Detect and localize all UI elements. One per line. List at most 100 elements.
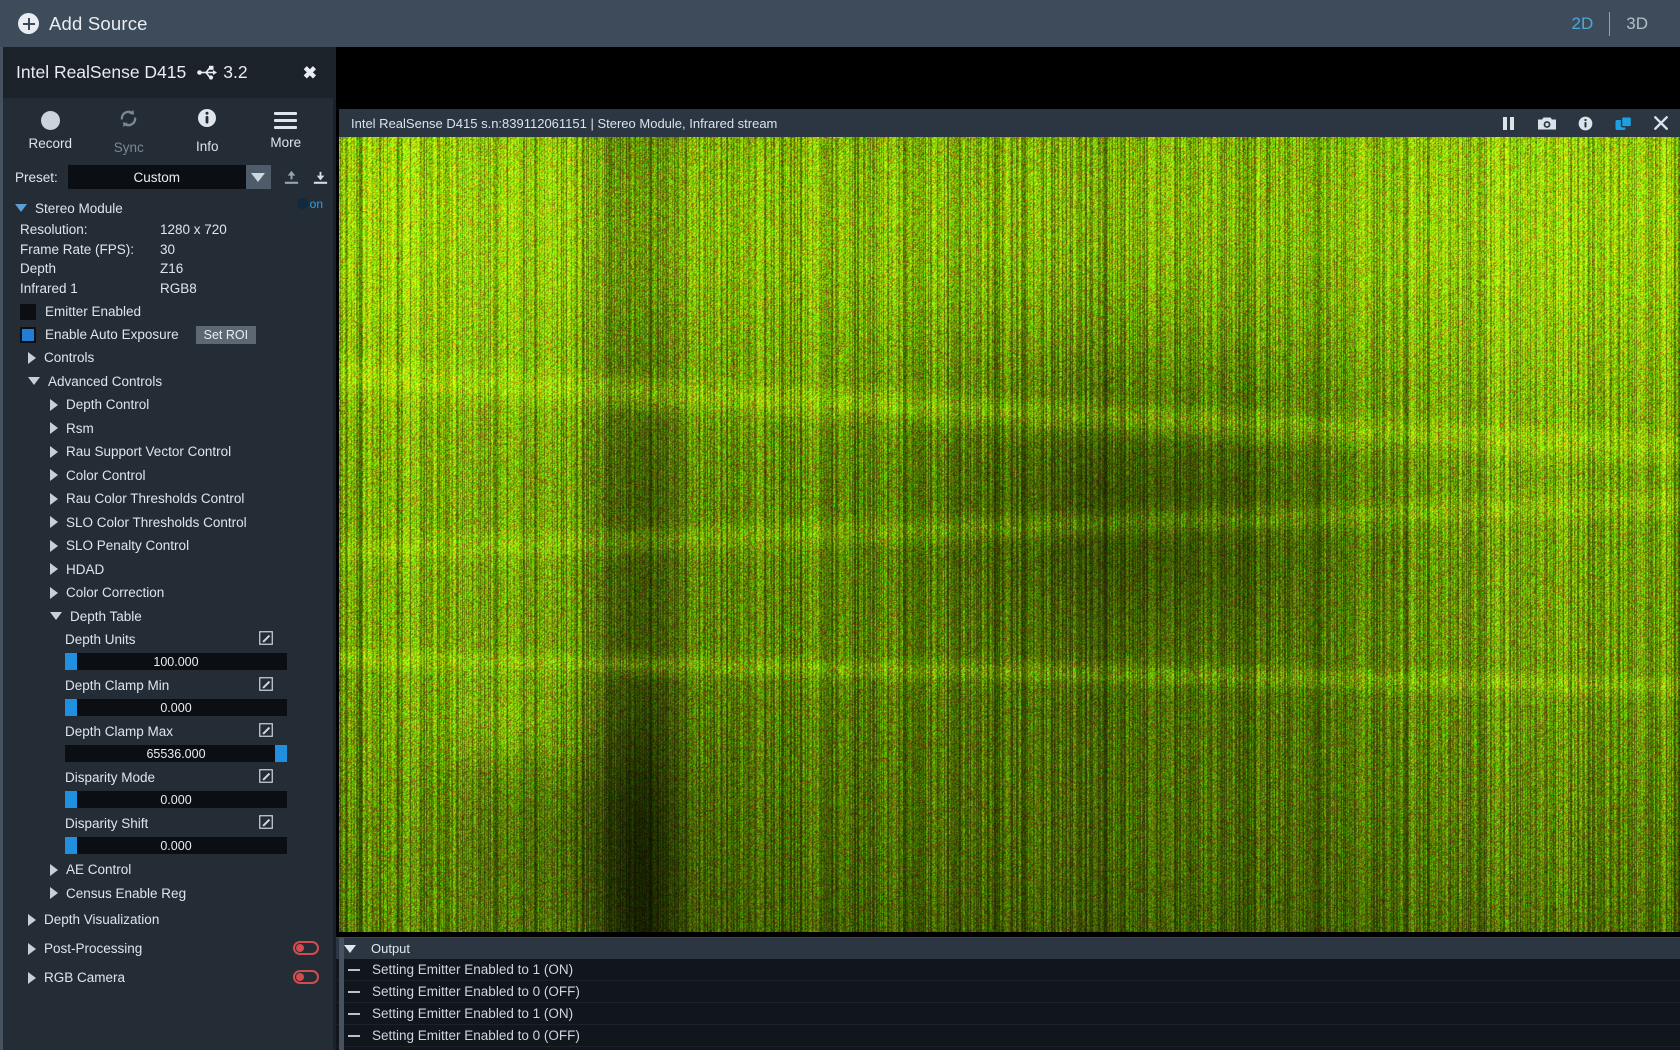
triangle-right-icon — [50, 539, 58, 552]
tree-node-depth-control[interactable]: Depth Control — [3, 393, 333, 417]
tree-node-rgb-camera[interactable]: RGB Camera — [3, 963, 333, 992]
triangle-right-icon — [50, 445, 58, 458]
tree-node-slo-color-thresholds-control[interactable]: SLO Color Thresholds Control — [3, 511, 333, 535]
triangle-right-icon — [50, 563, 58, 576]
record-button[interactable]: Record — [11, 98, 90, 160]
slider-label-text: Disparity Shift — [65, 816, 149, 831]
edit-icon[interactable] — [259, 631, 273, 648]
tree-node-controls[interactable]: Controls — [3, 346, 333, 370]
triangle-right-icon — [28, 942, 36, 955]
slider-disparity-mode[interactable]: 0.000 — [65, 791, 287, 808]
slider-depth-clamp-max[interactable]: 65536.000 — [65, 745, 287, 762]
slider-value: 0.000 — [160, 838, 192, 853]
upload-icon[interactable] — [283, 169, 300, 186]
slider-depth-clamp-min[interactable]: 0.000 — [65, 699, 287, 716]
stream-title: Intel RealSense D415 s.n:839112061151 | … — [351, 115, 778, 131]
tab-2d[interactable]: 2D — [1556, 14, 1610, 34]
device-sidebar: Intel RealSense D415 3.2 ✖ Record Sync I… — [0, 47, 333, 1050]
triangle-right-icon — [28, 351, 36, 364]
info-icon[interactable] — [1578, 116, 1593, 131]
output-row: Setting Emitter Enabled to 0 (OFF) — [336, 1025, 1680, 1047]
triangle-down-icon — [28, 377, 40, 386]
sync-button[interactable]: Sync — [90, 98, 169, 160]
slider-label-text: Depth Clamp Min — [65, 678, 170, 693]
tree-label-depth-visualization: Depth Visualization — [44, 912, 160, 927]
expand-icon[interactable] — [1615, 115, 1632, 131]
checkbox-row-emitter-enabled[interactable]: Emitter Enabled — [3, 300, 333, 323]
tree-node-color-control[interactable]: Color Control — [3, 464, 333, 488]
checkbox-row-auto-exposure[interactable]: Enable Auto Exposure Set ROI — [3, 323, 333, 346]
infrared-stream-canvas[interactable] — [339, 137, 1680, 932]
tree-node-depth-table[interactable]: Depth Table — [3, 605, 333, 629]
chevron-down-icon[interactable] — [245, 165, 271, 189]
edit-icon[interactable] — [259, 723, 273, 740]
stream-header-icons — [1501, 109, 1668, 137]
close-icon[interactable]: ✖ — [303, 64, 317, 81]
edit-icon[interactable] — [259, 769, 273, 786]
tree-node-rau-color-thresholds-control[interactable]: Rau Color Thresholds Control — [3, 487, 333, 511]
output-header[interactable]: Output — [336, 938, 1680, 959]
dash-icon — [348, 1012, 360, 1015]
triangle-right-icon — [50, 469, 58, 482]
close-icon[interactable] — [1654, 116, 1668, 130]
tree-label: Rsm — [66, 420, 94, 436]
edit-icon[interactable] — [259, 815, 273, 832]
pause-icon[interactable] — [1501, 116, 1516, 131]
tree-node-color-correction[interactable]: Color Correction — [3, 581, 333, 605]
post-processing-toggle[interactable] — [293, 941, 319, 955]
tree-node-ae-control[interactable]: AE Control — [3, 858, 333, 882]
output-row: Setting Emitter Enabled to 1 (ON) — [336, 1003, 1680, 1025]
emitter-enabled-checkbox[interactable] — [20, 303, 36, 320]
download-icon[interactable] — [312, 169, 329, 186]
info-row-resolution: Resolution: 1280 x 720 — [3, 222, 333, 242]
output-scrollbar[interactable] — [339, 938, 344, 1050]
slider-label-depth-units: Depth Units — [3, 628, 333, 651]
stream-viewport: Intel RealSense D415 s.n:839112061151 | … — [336, 47, 1680, 1050]
tree-node-rsm[interactable]: Rsm — [3, 417, 333, 441]
record-label: Record — [28, 136, 73, 151]
triangle-right-icon — [50, 586, 58, 599]
hamburger-icon — [274, 112, 298, 129]
record-dot-icon — [40, 111, 60, 130]
stereo-module-toggle-wrap: on — [310, 196, 323, 211]
rgb-camera-toggle[interactable] — [293, 970, 319, 984]
output-message: Setting Emitter Enabled to 1 (ON) — [372, 962, 574, 977]
triangle-right-icon — [28, 971, 36, 984]
controls-tree: Stereo Module on Resolution: 1280 x 720 … — [3, 194, 333, 992]
slider-label-text: Depth Units — [65, 632, 136, 647]
slider-depth-units[interactable]: 100.000 — [65, 653, 287, 670]
edit-icon[interactable] — [259, 677, 273, 694]
stereo-module-label: Stereo Module — [35, 200, 123, 216]
tree-label: Color Control — [66, 467, 146, 483]
auto-exposure-label: Enable Auto Exposure — [45, 327, 179, 342]
sync-label: Sync — [113, 139, 144, 155]
device-header: Intel RealSense D415 3.2 ✖ — [3, 47, 333, 98]
auto-exposure-checkbox[interactable] — [20, 326, 36, 343]
stream-header: Intel RealSense D415 s.n:839112061151 | … — [339, 109, 1680, 137]
snapshot-icon[interactable] — [1538, 116, 1556, 131]
tree-node-stereo-module[interactable]: Stereo Module on — [3, 194, 333, 222]
tree-node-advanced-controls[interactable]: Advanced Controls — [3, 370, 333, 394]
output-row: Setting Emitter Enabled to 0 (OFF) — [336, 981, 1680, 1003]
info-row-infrared1: Infrared 1 RGB8 — [3, 281, 333, 301]
more-button[interactable]: More — [247, 98, 326, 160]
info-button[interactable]: Info — [168, 98, 247, 160]
tree-node-hdad[interactable]: HDAD — [3, 558, 333, 582]
set-roi-button[interactable]: Set ROI — [195, 325, 257, 344]
add-source-button[interactable]: Add Source — [18, 13, 148, 35]
tree-node-census-enable-reg[interactable]: Census Enable Reg — [3, 882, 333, 906]
slider-label-disparity-shift: Disparity Shift — [3, 812, 333, 835]
preset-select[interactable]: Custom — [67, 165, 246, 189]
tab-3d[interactable]: 3D — [1610, 14, 1664, 34]
triangle-right-icon — [50, 422, 58, 435]
preset-label: Preset: — [15, 169, 58, 185]
tree-label-advanced-controls: Advanced Controls — [48, 373, 163, 389]
slider-disparity-shift[interactable]: 0.000 — [65, 837, 287, 854]
triangle-right-icon — [28, 913, 36, 926]
tree-label-rgb-camera: RGB Camera — [44, 970, 126, 985]
tree-node-rau-support-vector-control[interactable]: Rau Support Vector Control — [3, 440, 333, 464]
tree-label-depth-table: Depth Table — [70, 608, 142, 624]
tree-node-depth-visualization[interactable]: Depth Visualization — [3, 905, 333, 934]
tree-node-slo-penalty-control[interactable]: SLO Penalty Control — [3, 534, 333, 558]
tree-node-post-processing[interactable]: Post-Processing — [3, 934, 333, 963]
